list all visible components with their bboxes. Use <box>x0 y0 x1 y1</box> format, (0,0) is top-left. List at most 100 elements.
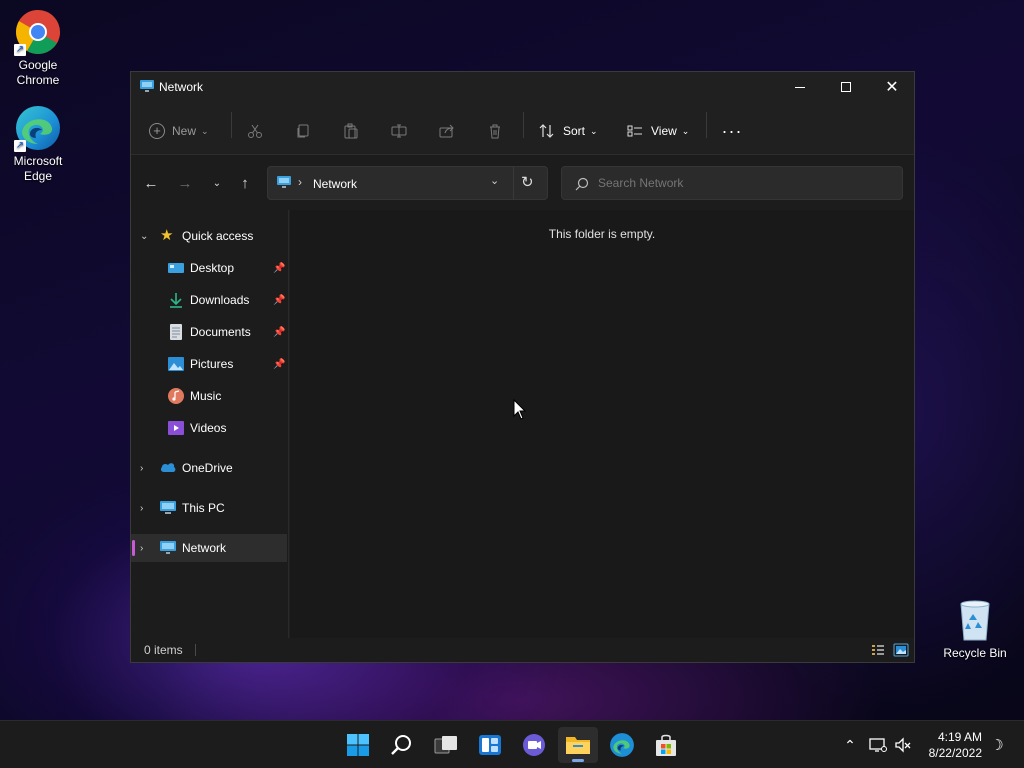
refresh-icon[interactable]: ↻ <box>521 173 534 191</box>
copy-button[interactable] <box>295 116 315 146</box>
star-icon: ★ <box>160 227 174 244</box>
task-view-icon <box>434 736 457 754</box>
forward-button[interactable]: → <box>171 169 199 197</box>
desktop-icon-label: Google Chrome <box>16 58 60 87</box>
maximize-button[interactable] <box>823 72 869 102</box>
focus-assist-button[interactable]: ☽ <box>986 721 1008 768</box>
address-bar[interactable]: › Network ⌄ ↻ <box>267 166 548 200</box>
chevron-down-icon: ⌄ <box>212 177 222 189</box>
sidebar-item-desktop[interactable]: Desktop 📌 <box>131 254 287 282</box>
mouse-cursor-icon <box>513 399 527 420</box>
breadcrumb-network[interactable]: Network <box>313 177 357 191</box>
chevron-down-icon[interactable]: ⌄ <box>140 231 148 242</box>
pin-icon: 📌 <box>273 326 286 338</box>
sort-icon <box>539 124 554 138</box>
sidebar-item-label: Downloads <box>190 293 250 307</box>
chevron-right-icon[interactable]: › <box>140 543 143 554</box>
desktop-icon-edge[interactable]: ↗ Microsoft Edge <box>0 104 76 184</box>
sidebar-item-onedrive[interactable]: › OneDrive <box>131 454 287 482</box>
view-icon <box>627 125 642 137</box>
more-icon: ··· <box>721 121 743 141</box>
shortcut-arrow-icon: ↗ <box>14 140 26 152</box>
close-button[interactable]: ✕ <box>869 72 915 102</box>
copy-icon <box>297 124 309 138</box>
address-history-chevron-icon[interactable]: ⌄ <box>490 174 499 187</box>
store-taskbar-button[interactable] <box>646 727 686 763</box>
sidebar-item-downloads[interactable]: Downloads 📌 <box>131 286 287 314</box>
sidebar-item-music[interactable]: Music <box>131 382 287 410</box>
back-button[interactable]: ← <box>137 169 165 197</box>
volume-button[interactable] <box>892 721 914 768</box>
maximize-icon <box>841 82 851 92</box>
sidebar-item-pictures[interactable]: Pictures 📌 <box>131 350 287 378</box>
chat-button[interactable] <box>514 727 554 763</box>
up-button[interactable]: ↑ <box>231 169 259 197</box>
breadcrumb-separator-icon: › <box>298 175 302 189</box>
active-indicator <box>572 759 584 762</box>
widgets-button[interactable] <box>470 727 510 763</box>
address-separator <box>513 167 514 199</box>
sidebar-item-label: Music <box>190 389 222 403</box>
navigation-bar: ← → ⌄ ↑ › Network ⌄ ↻ <box>131 154 914 210</box>
taskbar: ⌃ 4:19 AM 8/22/2022 ☽ <box>0 720 1024 768</box>
paste-button[interactable] <box>343 116 363 146</box>
edge-taskbar-button[interactable] <box>602 727 642 763</box>
network-icon <box>276 175 292 192</box>
title-bar[interactable]: Network ✕ <box>131 72 914 102</box>
chevron-down-icon: ⌄ <box>201 125 209 136</box>
file-list-pane[interactable]: This folder is empty. <box>290 210 914 638</box>
minimize-button[interactable] <box>777 72 823 102</box>
sidebar-item-documents[interactable]: Documents 📌 <box>131 318 287 346</box>
recent-locations-button[interactable]: ⌄ <box>203 169 231 197</box>
chevron-up-icon: ⌃ <box>844 736 856 753</box>
large-icons-view-icon[interactable] <box>893 642 909 661</box>
details-view-icon[interactable] <box>871 643 885 660</box>
chevron-right-icon[interactable]: › <box>140 503 143 514</box>
network-status-button[interactable] <box>866 721 890 768</box>
computer-icon <box>160 500 176 516</box>
task-view-button[interactable] <box>426 727 466 763</box>
cut-button[interactable] <box>247 116 267 146</box>
sidebar-item-quick-access[interactable]: ⌄ ★ Quick access <box>131 222 287 250</box>
desktop-folder-icon <box>168 260 184 276</box>
sidebar-item-network[interactable]: › Network <box>131 534 287 562</box>
clock[interactable]: 4:19 AM 8/22/2022 <box>929 729 982 761</box>
sidebar-item-label: Quick access <box>182 229 254 243</box>
search-box[interactable] <box>561 166 903 200</box>
sidebar-item-label: Desktop <box>190 261 235 275</box>
arrow-right-icon: → <box>177 174 193 192</box>
start-button[interactable] <box>338 727 378 763</box>
plus-circle-icon: + <box>149 123 165 139</box>
pin-icon: 📌 <box>273 358 286 370</box>
chevron-right-icon[interactable]: › <box>140 463 143 474</box>
trash-icon <box>490 124 500 139</box>
rename-button[interactable] <box>391 116 411 146</box>
desktop-icon-chrome[interactable]: ↗ Google Chrome <box>0 8 76 88</box>
search-button[interactable] <box>382 727 422 763</box>
shortcut-arrow-icon: ↗ <box>14 44 26 56</box>
store-bag-icon <box>656 734 676 756</box>
search-input[interactable] <box>598 174 888 192</box>
sidebar-item-label: OneDrive <box>182 461 233 475</box>
delete-button[interactable] <box>487 116 507 146</box>
clock-time: 4:19 AM <box>937 730 982 744</box>
sidebar-item-label: This PC <box>182 501 225 515</box>
show-hidden-icons-button[interactable]: ⌃ <box>838 721 862 768</box>
scissors-icon <box>248 124 262 138</box>
desktop-icon-recycle-bin[interactable]: Recycle Bin <box>937 596 1013 661</box>
share-button[interactable] <box>439 116 459 146</box>
sidebar-item-videos[interactable]: Videos <box>131 414 287 442</box>
more-options-button[interactable]: ··· <box>721 116 743 146</box>
file-explorer-taskbar-button[interactable] <box>558 727 598 763</box>
sort-button[interactable]: Sort ⌄ <box>539 116 598 146</box>
view-label: View <box>651 124 677 138</box>
pin-icon: 📌 <box>273 262 286 274</box>
sidebar-item-label: Network <box>182 541 227 555</box>
new-button[interactable]: + New ⌄ <box>149 116 209 146</box>
view-button[interactable]: View ⌄ <box>627 116 689 146</box>
sidebar-item-label: Pictures <box>190 357 234 371</box>
separator <box>231 112 232 138</box>
sidebar-item-this-pc[interactable]: › This PC <box>131 494 287 522</box>
music-icon <box>168 388 184 404</box>
download-icon <box>168 292 184 308</box>
